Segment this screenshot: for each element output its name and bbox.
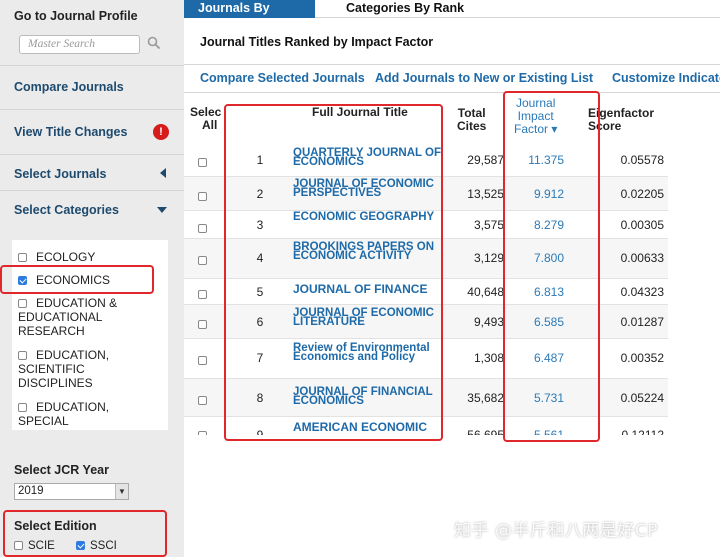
journal-title-link[interactable]: ECONOMIC GEOGRAPHY	[293, 211, 443, 223]
checkbox[interactable]	[198, 192, 207, 201]
eigenfactor-header[interactable]: Eigenfactor Score	[588, 107, 654, 133]
compare-journals-section[interactable]: Compare Journals	[0, 66, 184, 110]
table-row[interactable]: 4 BROOKINGS PAPERS ON ECONOMIC ACTIVITY …	[184, 239, 668, 279]
jcr-year-select[interactable]: 2019 ▼	[14, 483, 129, 500]
page-title: Journal Titles Ranked by Impact Factor	[200, 35, 434, 49]
category-item[interactable]: EDUCATION, SPECIAL	[18, 400, 109, 428]
search-icon[interactable]	[147, 36, 161, 50]
select-journals-section[interactable]: Select Journals	[0, 155, 184, 191]
journal-title-link[interactable]: JOURNAL OF FINANCIAL ECONOMICS	[293, 386, 443, 407]
journal-title-link[interactable]: BROOKINGS PAPERS ON ECONOMIC ACTIVITY	[293, 241, 443, 262]
dropdown-arrow-icon[interactable]: ▼	[115, 484, 128, 499]
tab-bar: Journals By Rank Categories By Rank	[184, 0, 720, 31]
alert-icon: !	[153, 124, 169, 140]
table-row[interactable]: 5 JOURNAL OF FINANCE 40,648 6.813 0.0432…	[184, 279, 668, 305]
customize-indicators-link[interactable]: Customize Indicato	[612, 71, 720, 85]
jcr-page: Go to Journal Profile Master Search Comp…	[0, 0, 720, 557]
checkbox-checked[interactable]	[76, 541, 85, 550]
collapse-left-icon[interactable]	[160, 168, 166, 178]
journal-title-link[interactable]: JOURNAL OF FINANCE	[293, 283, 443, 295]
add-journals-link[interactable]: Add Journals to New or Existing List	[375, 71, 593, 85]
checkbox[interactable]	[198, 290, 207, 299]
select-all-header[interactable]: Selec All	[190, 106, 221, 132]
checkbox[interactable]	[18, 253, 27, 262]
compare-selected-link[interactable]: Compare Selected Journals	[200, 71, 365, 85]
journal-title-link[interactable]: JOURNAL OF ECONOMIC PERSPECTIVES	[293, 178, 443, 199]
checkbox[interactable]	[14, 541, 23, 550]
jif-header[interactable]: Journal Impact Factor ▾	[514, 97, 557, 136]
view-title-changes-link[interactable]: View Title Changes	[14, 125, 127, 139]
category-item[interactable]: EDUCATION & EDUCATIONAL RESEARCH	[18, 296, 117, 338]
table-row[interactable]: 2 JOURNAL OF ECONOMIC PERSPECTIVES 13,52…	[184, 177, 668, 211]
table-right-margin	[668, 93, 720, 557]
journal-table: Selec All Full Journal Title Total Cites…	[184, 93, 720, 557]
checkbox-checked[interactable]	[18, 276, 27, 285]
checkbox[interactable]	[198, 356, 207, 365]
sidebar: Go to Journal Profile Master Search Comp…	[0, 0, 184, 557]
full-title-header[interactable]: Full Journal Title	[312, 106, 408, 119]
select-edition-label: Select Edition	[14, 519, 97, 533]
edition-scie[interactable]: SCIE	[14, 540, 55, 552]
total-cites-header[interactable]: Total Cites	[457, 107, 486, 133]
table-row[interactable]: 6 JOURNAL OF ECONOMIC LITERATURE 9,493 6…	[184, 305, 668, 339]
checkbox[interactable]	[198, 158, 207, 167]
tab-journals-by-rank[interactable]: Journals By Rank	[184, 0, 315, 31]
checkbox[interactable]	[198, 224, 207, 233]
table-row[interactable]: 3 ECONOMIC GEOGRAPHY 3,575 8.279 0.00305	[184, 211, 668, 239]
checkbox[interactable]	[198, 320, 207, 329]
go-to-profile-label: Go to Journal Profile	[14, 9, 138, 23]
select-categories-toggle[interactable]: Select Categories	[14, 203, 119, 217]
table-row[interactable]: 7 Review of Environmental Economics and …	[184, 339, 668, 379]
compare-journals-link[interactable]: Compare Journals	[14, 80, 124, 94]
edition-ssci[interactable]: SSCI	[76, 540, 117, 552]
journal-title-link[interactable]: AMERICAN ECONOMIC	[293, 421, 443, 433]
table-row[interactable]: 1 QUARTERLY JOURNAL OF ECONOMICS 29,587 …	[184, 143, 668, 177]
tab-categories-by-rank[interactable]: Categories By Rank	[332, 0, 478, 18]
select-jcr-year-label: Select JCR Year	[14, 463, 109, 477]
journal-title-link[interactable]: Review of Environmental Economics and Po…	[293, 342, 443, 363]
chevron-down-icon[interactable]	[157, 207, 167, 213]
category-list: ECOLOGY ECONOMICS EDUCATION & EDUCATIONA…	[12, 240, 168, 430]
journal-title-link[interactable]: JOURNAL OF ECONOMIC LITERATURE	[293, 307, 443, 328]
checkbox[interactable]	[18, 351, 27, 360]
journal-title-link[interactable]: QUARTERLY JOURNAL OF ECONOMICS	[293, 147, 443, 168]
category-item[interactable]: ECOLOGY	[18, 250, 95, 264]
category-item[interactable]: EDUCATION, SCIENTIFIC DISCIPLINES	[18, 348, 109, 390]
checkbox[interactable]	[198, 256, 207, 265]
profile-section: Go to Journal Profile Master Search	[0, 0, 184, 66]
watermark: 知乎 @半斤和八两是好CP	[454, 521, 659, 541]
category-item[interactable]: ECONOMICS	[18, 273, 110, 287]
master-search-input[interactable]: Master Search	[19, 35, 140, 54]
select-journals-toggle[interactable]: Select Journals	[14, 167, 106, 181]
checkbox[interactable]	[198, 396, 207, 405]
divider	[184, 64, 720, 65]
checkbox[interactable]	[18, 403, 27, 412]
table-row[interactable]: 8 JOURNAL OF FINANCIAL ECONOMICS 35,682 …	[184, 379, 668, 417]
checkbox[interactable]	[18, 299, 27, 308]
